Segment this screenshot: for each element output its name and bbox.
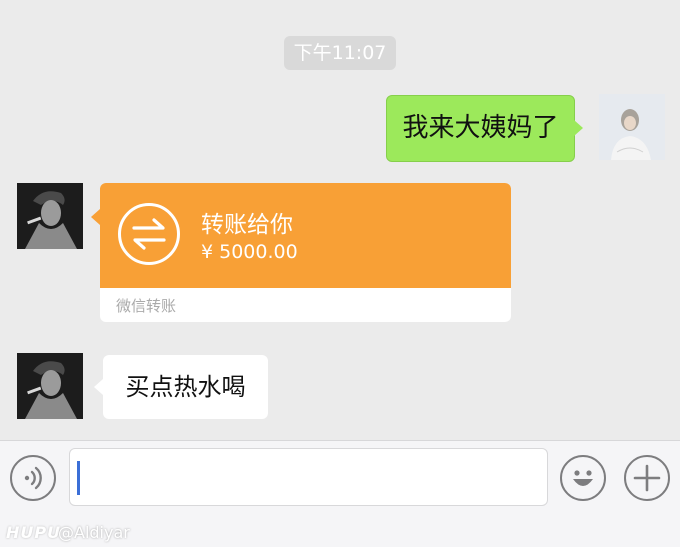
watermark-brand: HUPU [6,523,62,542]
sent-message-text: 我来大姨妈了 [402,113,559,143]
my-avatar[interactable] [599,94,665,160]
sent-message-bubble[interactable]: 我来大姨妈了 [386,95,583,162]
plus-icon [633,464,661,492]
transfer-arrows-glyph [132,218,166,250]
chat-area: 下午11:07 我来大姨妈了 转账给你 ¥ 5000.00 微信转账 买点热水喝 [0,0,680,440]
message-input-bar [0,440,680,520]
transfer-amount: ¥ 5000.00 [201,241,298,263]
watermark-user: @Aldiyar [58,523,130,542]
transfer-footer-label: 微信转账 [116,297,177,315]
received-message-text: 买点热水喝 [125,373,246,401]
emoji-button[interactable] [560,455,606,501]
text-cursor [77,461,80,495]
avatar-man-image [17,353,83,419]
contact-avatar[interactable] [17,353,83,419]
emoji-icon [573,470,593,486]
avatar-girl-image [599,94,665,160]
received-message-bubble[interactable]: 买点热水喝 [94,355,268,419]
transfer-title: 转账给你 [201,212,293,238]
contact-avatar[interactable] [17,183,83,249]
transfer-card-header: 转账给你 ¥ 5000.00 [91,183,511,288]
avatar-man-image [17,183,83,249]
watermark-bar: HUPU @Aldiyar [0,520,680,547]
transfer-card[interactable]: 转账给你 ¥ 5000.00 微信转账 [91,183,511,322]
message-text-input[interactable] [69,448,548,506]
transfer-icon [118,203,180,265]
message-timestamp: 下午11:07 [284,36,396,70]
voice-icon [24,466,42,490]
voice-button[interactable] [10,455,56,501]
more-button[interactable] [624,455,670,501]
